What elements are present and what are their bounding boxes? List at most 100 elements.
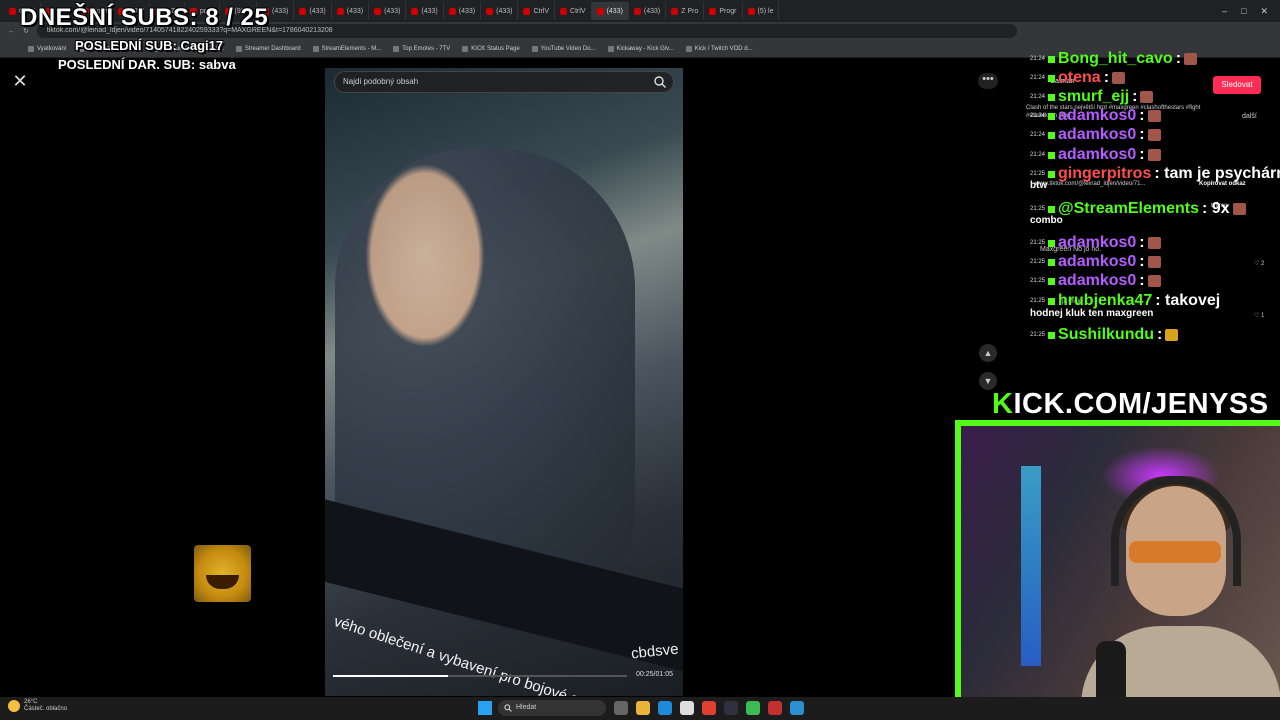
maximize-icon[interactable]: □ (1241, 6, 1246, 17)
chat-emote-icon (1184, 53, 1198, 65)
emote-overlay (194, 545, 251, 602)
bookmark-item[interactable]: YouTube Video Do... (531, 45, 596, 52)
tab-label: (433) (421, 7, 438, 15)
browser-tab[interactable]: (433) (481, 2, 519, 20)
browser-tab[interactable]: CtrlV (555, 2, 592, 20)
bookmark-item[interactable]: StreamElements - M... (312, 45, 381, 52)
chat-timestamp: 21:24 (1030, 152, 1046, 158)
browser-tab[interactable]: (5) le (743, 2, 780, 20)
close-window-icon[interactable]: ✕ (1260, 6, 1268, 17)
chat-username[interactable]: adamkos0 (1058, 146, 1136, 164)
chat-text: : (1139, 107, 1145, 124)
chat-username[interactable]: adamkos0 (1058, 234, 1136, 252)
kick-badge-icon (1048, 55, 1056, 63)
search-input[interactable]: Najdi podobný obsah (334, 71, 674, 93)
browser-tab[interactable]: (433) (406, 2, 444, 20)
notepad-icon[interactable] (790, 701, 804, 715)
chrome-icon[interactable] (702, 701, 716, 715)
browser-tab[interactable]: (433) (629, 2, 667, 20)
obs-icon[interactable] (724, 701, 738, 715)
bookmark-item[interactable]: Vyatkování (28, 45, 67, 52)
video-player[interactable]: vého oblečení a vybavení pro bojové spor… (325, 68, 683, 696)
browser-tab[interactable]: Progr (704, 2, 743, 20)
weather-icon (8, 700, 20, 712)
kick-badge-icon (1048, 331, 1056, 339)
kick-badge-icon (1048, 297, 1056, 305)
chat-continuation-hodnej: hodnej kluk ten maxgreen (1030, 308, 1154, 319)
screen: CtrlV CtrlV Kowi w3W mZo profi (99+) (433) (433)… (0, 0, 1280, 720)
weather-desc: Částeč. oblačno (24, 706, 68, 712)
previous-video-icon[interactable]: ▲ (979, 344, 997, 362)
kick-badge-icon (1048, 74, 1056, 82)
window-controls: – □ ✕ (1222, 6, 1280, 17)
chrome-profile-icon[interactable] (746, 701, 760, 715)
close-icon[interactable]: ✕ (10, 72, 30, 92)
kick-channel-logo: KICK.COM/JENYSS (992, 388, 1269, 420)
chat-username[interactable]: @StreamElements (1058, 200, 1199, 218)
tab-favicon-icon (596, 7, 604, 15)
chat-username[interactable]: Bong_hit_cavo (1058, 50, 1173, 68)
file-explorer-icon[interactable] (636, 701, 650, 715)
bookmark-label: Top Emotes - 7TV (402, 45, 451, 52)
chat-emote-icon (1165, 329, 1179, 341)
chat-username[interactable]: adamkos0 (1058, 107, 1136, 125)
chat-timestamp: 21:25 (1030, 240, 1046, 246)
kick-badge-icon (1048, 239, 1056, 247)
chat-username[interactable]: otena (1058, 69, 1101, 87)
bookmark-item[interactable]: Kick / Twitch VOD d... (685, 45, 753, 52)
edge-icon[interactable] (658, 701, 672, 715)
search-icon[interactable] (653, 75, 667, 89)
bookmark-label: Vyatkování (37, 45, 67, 52)
bookmark-item[interactable]: Kickaway - Kick Giv... (607, 45, 674, 52)
browser-tab[interactable]: CtrlV (518, 2, 556, 20)
video-progress-bar[interactable] (333, 675, 627, 677)
chat-username[interactable]: adamkos0 (1058, 126, 1136, 144)
bookmark-icon (462, 45, 469, 52)
bookmark-label: Kickaway - Kick Giv... (616, 45, 674, 52)
webcam-feed (955, 420, 1280, 720)
taskbar-search[interactable]: Hledat (498, 700, 606, 716)
bookmark-item[interactable]: Streamer Dashboard (235, 45, 301, 52)
tab-favicon-icon (411, 7, 419, 15)
comment-likes-2[interactable]: ♡ 1 (1254, 312, 1264, 319)
chat-username[interactable]: adamkos0 (1058, 272, 1136, 290)
chat-text: : 9x (1202, 200, 1230, 217)
chat-message: 21:24 adamkos0: (1030, 107, 1161, 125)
browser-tab[interactable]: (433) (591, 2, 629, 20)
windows-start-icon[interactable] (478, 701, 492, 715)
browser-tab[interactable]: (433) (332, 2, 370, 20)
tab-favicon-icon (523, 7, 531, 15)
browser-tab[interactable]: Z Pro (666, 2, 705, 20)
chat-username[interactable]: adamkos0 (1058, 253, 1136, 271)
comment-likes[interactable]: ♡ 2 (1254, 260, 1264, 267)
kick-badge-icon (1048, 205, 1056, 213)
bookmark-item[interactable]: Top Emotes - 7TV (393, 45, 451, 52)
bookmark-item[interactable]: KICK Status Page (462, 45, 520, 52)
app-icon[interactable] (768, 701, 782, 715)
tab-label: CtrlV (570, 7, 586, 15)
chat-username[interactable]: smurf_ejj (1058, 88, 1129, 106)
chat-text: : takovej (1155, 292, 1221, 309)
task-view-icon[interactable] (614, 701, 628, 715)
tab-favicon-icon (633, 7, 641, 15)
chat-username[interactable]: gingerpitros (1058, 165, 1151, 183)
chat-text: : (1103, 69, 1110, 86)
minimize-icon[interactable]: – (1222, 6, 1227, 17)
bookmark-icon (685, 45, 692, 52)
tab-favicon-icon (448, 7, 456, 15)
browser-tab[interactable]: (433) (294, 2, 332, 20)
tab-favicon-icon (671, 7, 679, 15)
chat-text: : (1139, 253, 1145, 270)
back-icon[interactable]: ← (8, 28, 15, 35)
chat-username[interactable]: Sushilkundu (1058, 326, 1154, 344)
browser-tab[interactable]: (433) (444, 2, 482, 20)
bookmark-label: KICK Status Page (471, 45, 520, 52)
chat-emote-icon (1147, 110, 1161, 122)
more-link[interactable]: další (1242, 113, 1257, 120)
store-icon[interactable] (680, 701, 694, 715)
browser-tab[interactable]: (433) (369, 2, 407, 20)
follow-button[interactable]: Sledovat (1213, 76, 1261, 94)
more-options-icon[interactable]: ••• (978, 73, 998, 89)
weather-widget[interactable]: 26°C Částeč. oblačno (8, 699, 67, 713)
tab-label: (433) (346, 7, 364, 15)
